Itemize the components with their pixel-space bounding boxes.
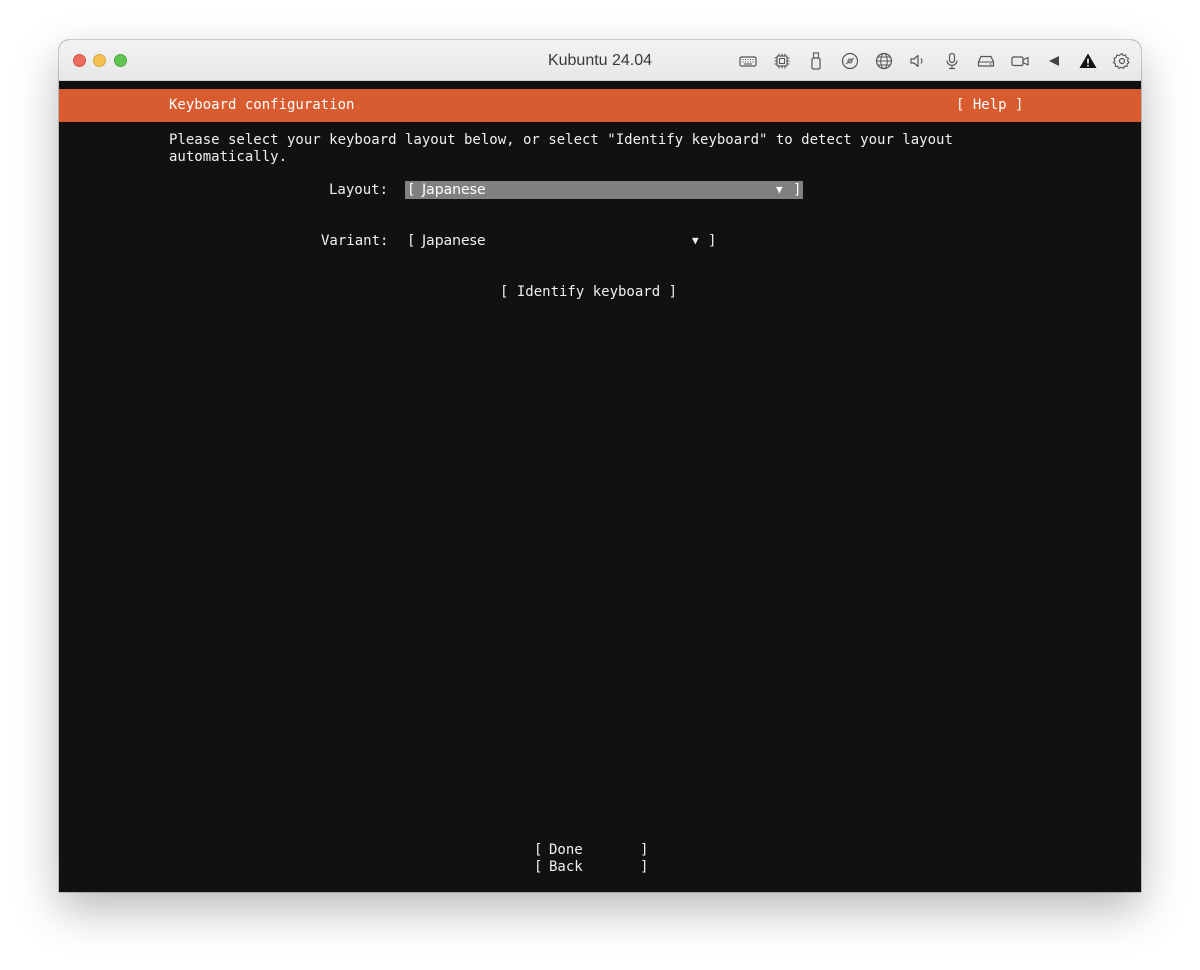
layout-bracket-close: ] <box>793 182 802 198</box>
cd-icon[interactable] <box>839 50 861 72</box>
network-icon[interactable] <box>873 50 895 72</box>
back-bracket-close: ] <box>640 859 649 875</box>
dropdown-arrow-icon: ▼ <box>776 183 783 196</box>
done-button[interactable]: [ Done ] <box>534 842 650 859</box>
layout-bracket-open: [ <box>407 182 416 198</box>
usb-icon[interactable] <box>805 50 827 72</box>
maximize-window-button[interactable] <box>114 54 127 67</box>
variant-label: Variant: <box>321 233 389 249</box>
vm-window: Kubuntu 24.04 Keyboard configuration [H… <box>59 40 1141 892</box>
dropdown-arrow-icon: ▼ <box>692 234 699 247</box>
close-window-button[interactable] <box>73 54 86 67</box>
speaker-icon[interactable] <box>907 50 929 72</box>
window-titlebar[interactable]: Kubuntu 24.04 <box>59 40 1141 81</box>
variant-value: Japanese <box>422 233 486 249</box>
warning-icon[interactable] <box>1077 50 1099 72</box>
back-arrow-icon[interactable] <box>1043 50 1065 72</box>
header-bar: Keyboard configuration [ Help ] <box>59 89 1141 122</box>
gear-icon[interactable] <box>1111 50 1133 72</box>
keyboard-icon[interactable] <box>737 50 759 72</box>
back-label: Back <box>549 859 583 875</box>
done-label: Done <box>549 842 583 858</box>
variant-bracket-close: ] <box>708 233 717 249</box>
camera-icon[interactable] <box>1009 50 1031 72</box>
layout-value: Japanese <box>422 182 486 198</box>
identify-keyboard-button[interactable]: [ Identify keyboard ] <box>500 284 677 301</box>
variant-select[interactable]: [ Japanese ▼ ] <box>405 232 720 250</box>
back-bracket-open: [ <box>534 859 543 875</box>
microphone-icon[interactable] <box>941 50 963 72</box>
page-title: Keyboard configuration <box>169 97 355 113</box>
minimize-window-button[interactable] <box>93 54 106 67</box>
cpu-icon[interactable] <box>771 50 793 72</box>
installer-screen: Keyboard configuration [ Help ] Please s… <box>59 81 1141 892</box>
done-bracket-close: ] <box>640 842 649 858</box>
vm-toolbar <box>725 50 1133 72</box>
disk-icon[interactable] <box>975 50 997 72</box>
layout-select[interactable]: [ Japanese ▼ ] <box>405 181 803 199</box>
intro-text: Please select your keyboard layout below… <box>169 132 953 165</box>
help-button[interactable]: [ Help ] <box>956 89 1023 122</box>
back-button[interactable]: [ Back ] <box>534 859 650 876</box>
layout-label: Layout: <box>329 182 389 198</box>
variant-bracket-open: [ <box>407 233 416 249</box>
done-bracket-open: [ <box>534 842 543 858</box>
